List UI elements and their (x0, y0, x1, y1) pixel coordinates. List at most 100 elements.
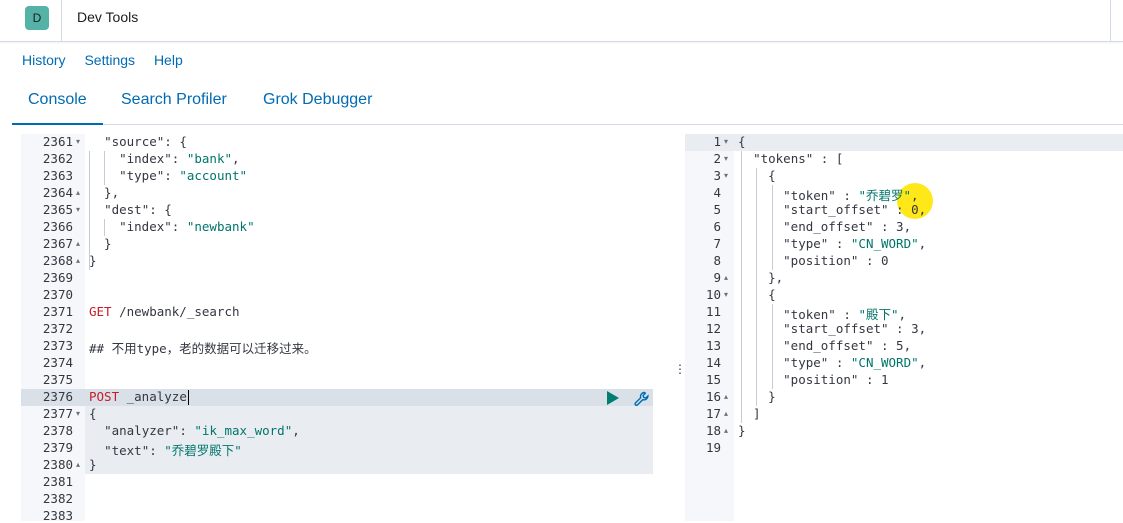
play-icon[interactable] (607, 391, 619, 405)
line-number: 11 (705, 304, 721, 319)
line-number: 8 (713, 253, 721, 268)
code-line: "type" : "CN_WORD", (783, 236, 927, 251)
line-number: 10 (705, 287, 721, 302)
fold-close-icon[interactable]: ▴ (76, 239, 80, 248)
code-line: { (738, 134, 746, 149)
line-number: 2366 (42, 219, 73, 234)
code-line: "type": "account" (119, 168, 248, 183)
line-number: 2382 (42, 491, 73, 506)
code-line: } (89, 236, 112, 251)
fold-close-icon[interactable]: ▴ (76, 460, 80, 469)
line-number: 2381 (42, 474, 73, 489)
menu-help[interactable]: Help (154, 52, 183, 68)
fold-open-icon[interactable]: ▾ (724, 290, 728, 299)
indent-guide (104, 219, 105, 236)
indent-guide (89, 151, 90, 270)
line-number: 2379 (42, 440, 73, 455)
indent-guide (772, 185, 773, 270)
menu-history[interactable]: History (22, 52, 66, 68)
code-line: } (738, 423, 746, 438)
code-line: { (89, 406, 97, 421)
code-line: "position" : 1 (783, 372, 889, 387)
line-number: 2364 (42, 185, 73, 200)
line-number: 2368 (42, 253, 73, 268)
line-number: 2370 (42, 287, 73, 302)
indent-guide (104, 151, 105, 185)
indent-guide (741, 151, 742, 423)
fold-open-icon[interactable]: ▾ (76, 137, 80, 146)
line-number: 2374 (42, 355, 73, 370)
code-line: } (89, 253, 97, 268)
code-line: "analyzer": "ik_max_word", (104, 423, 300, 438)
line-number: 2363 (42, 168, 73, 183)
fold-close-icon[interactable]: ▴ (724, 273, 728, 282)
code-line: }, (738, 270, 784, 285)
code-line: "start_offset" : 0, (783, 202, 927, 217)
console-menu: History Settings Help (22, 52, 198, 68)
code-line: ## 不用type，老的数据可以迁移过来。 (89, 341, 317, 356)
code-line: } (89, 457, 97, 472)
fold-open-icon[interactable]: ▾ (724, 137, 728, 146)
line-number: 2375 (42, 372, 73, 387)
line-number: 3 (713, 168, 721, 183)
line-number: 2376 (42, 389, 73, 404)
code-line: "start_offset" : 3, (783, 321, 927, 336)
line-number: 12 (705, 321, 721, 336)
code-line: GET /newbank/_search (89, 304, 240, 319)
line-number: 1 (713, 134, 721, 149)
line-number: 2372 (42, 321, 73, 336)
fold-close-icon[interactable]: ▴ (724, 409, 728, 418)
line-number: 14 (705, 355, 721, 370)
code-line: "index": "bank", (119, 151, 240, 166)
code-line: "type" : "CN_WORD", (783, 355, 927, 370)
line-number: 4 (713, 185, 721, 200)
line-number: 19 (705, 440, 721, 455)
line-number: 2 (713, 151, 721, 166)
line-number: 2377 (42, 406, 73, 421)
fold-close-icon[interactable]: ▴ (724, 426, 728, 435)
space-avatar[interactable]: D (25, 6, 49, 30)
line-number: 2362 (42, 151, 73, 166)
line-number: 6 (713, 219, 721, 234)
line-number: 16 (705, 389, 721, 404)
indent-guide (772, 304, 773, 389)
fold-close-icon[interactable]: ▴ (76, 256, 80, 265)
line-number: 2378 (42, 423, 73, 438)
line-number: 9 (713, 270, 721, 285)
wrench-icon[interactable] (634, 391, 650, 407)
fold-open-icon[interactable]: ▾ (76, 409, 80, 418)
divider (1110, 0, 1111, 41)
fold-open-icon[interactable]: ▾ (724, 171, 728, 180)
line-number: 5 (713, 202, 721, 217)
line-number: 2367 (42, 236, 73, 251)
code-line: "source": { (104, 134, 187, 149)
app-title: Dev Tools (77, 9, 139, 25)
line-number: 2373 (42, 338, 73, 353)
tab-search-profiler[interactable]: Search Profiler (121, 91, 227, 109)
text-caret (188, 390, 189, 405)
line-number: 15 (705, 372, 721, 387)
tab-bar: Console Search Profiler Grok Debugger (12, 82, 1123, 125)
tab-console[interactable]: Console (12, 91, 103, 125)
top-bar: D Dev Tools (0, 0, 1123, 42)
fold-open-icon[interactable]: ▾ (76, 205, 80, 214)
code-line: "end_offset" : 3, (783, 219, 912, 234)
fold-close-icon[interactable]: ▴ (76, 188, 80, 197)
line-number: 2365 (42, 202, 73, 217)
menu-settings[interactable]: Settings (84, 52, 135, 68)
code-line: }, (89, 185, 120, 200)
line-number: 2369 (42, 270, 73, 285)
code-line: "end_offset" : 5, (783, 338, 912, 353)
fold-open-icon[interactable]: ▾ (724, 154, 728, 163)
fold-close-icon[interactable]: ▴ (724, 392, 728, 401)
line-number: 17 (705, 406, 721, 421)
divider (61, 0, 62, 41)
tab-grok-debugger[interactable]: Grok Debugger (263, 91, 372, 109)
line-number: 2361 (42, 134, 73, 149)
line-number: 2380 (42, 457, 73, 472)
code-line: "index": "newbank" (119, 219, 255, 234)
line-number: 18 (705, 423, 721, 438)
code-line: "dest": { (104, 202, 172, 217)
line-number: 2371 (42, 304, 73, 319)
code-line: "position" : 0 (783, 253, 889, 268)
